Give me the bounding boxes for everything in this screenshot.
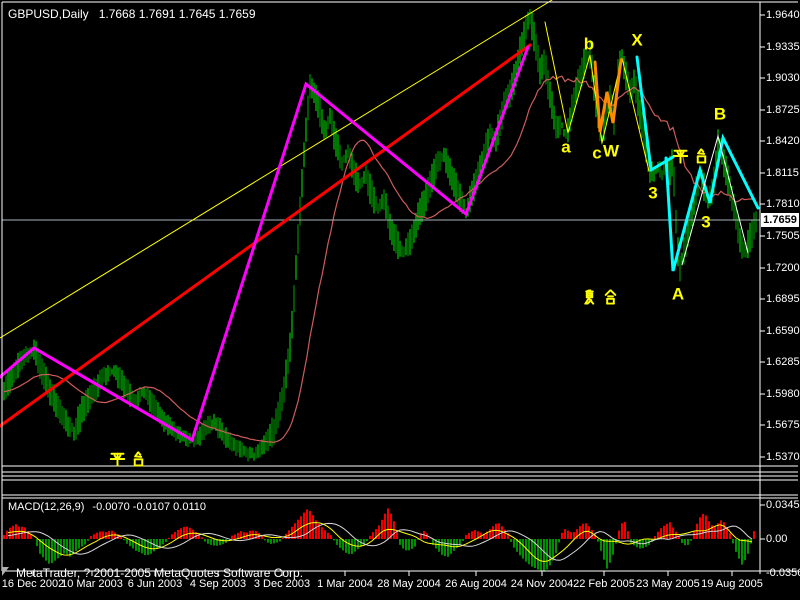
cyan-x-line[interactable] (635, 55, 653, 172)
cjk-glyph (673, 149, 688, 164)
annotation-text[interactable]: 3 (648, 185, 657, 202)
annotation-text-cjk[interactable] (582, 289, 618, 305)
annotation-text-cjk[interactable] (673, 148, 709, 164)
macd-scale-min: -0.0356 (766, 567, 800, 579)
price-label: 1.6285 (766, 356, 800, 368)
red-trendline[interactable] (0, 43, 532, 428)
macd-scale-zero: 0.00 (766, 533, 788, 545)
annotation-text-cjk[interactable] (110, 451, 146, 467)
annotation-text[interactable]: a (561, 139, 570, 156)
price-label: 1.8115 (766, 167, 799, 179)
chart-title: GBPUSD,Daily 1.7668 1.7691 1.7645 1.7659 (8, 7, 266, 21)
cjk-glyph (110, 452, 125, 467)
ohlc-values: 1.7668 1.7691 1.7645 1.7659 (98, 7, 256, 21)
indicator-name: MACD(12,26,9) (8, 501, 85, 513)
price-label: 1.6895 (766, 293, 800, 305)
metatrader-chart-window: GBPUSD,Daily 1.7668 1.7691 1.7645 1.7659 … (0, 0, 800, 600)
price-label: 1.6590 (766, 325, 800, 337)
date-label: 23 May 2005 (636, 578, 700, 590)
date-label: 28 May 2004 (377, 578, 441, 590)
cjk-glyph (584, 289, 595, 305)
price-label: 1.8420 (766, 135, 800, 147)
price-label: 1.7200 (766, 262, 800, 274)
cjk-glyph (696, 148, 707, 164)
annotation-text[interactable]: B (714, 106, 726, 123)
price-label: 1.7505 (766, 230, 800, 242)
annotation-text[interactable]: b (584, 36, 594, 53)
annotation-text[interactable]: X (631, 32, 642, 49)
orange-zigzag[interactable] (593, 58, 623, 133)
price-label: 1.8725 (766, 104, 800, 116)
annotation-text[interactable]: A (672, 286, 684, 303)
price-label: 1.5980 (766, 388, 800, 400)
price-label: 1.9335 (766, 41, 800, 53)
date-label: 26 Aug 2004 (445, 578, 507, 590)
price-label: 1.9030 (766, 72, 800, 84)
cursor-icon (2, 567, 9, 576)
annotation-text[interactable]: 3 (701, 214, 710, 231)
cjk-glyph (604, 289, 617, 305)
yellow-trendline[interactable] (0, 0, 553, 339)
annotation-text[interactable]: W (603, 143, 619, 160)
price-label: 1.5675 (766, 419, 800, 431)
annotation-text[interactable]: c (592, 145, 601, 162)
current-price-tag: 1.7659 (761, 213, 799, 227)
date-label: 22 Feb 2005 (573, 578, 635, 590)
price-label: 1.7810 (766, 198, 800, 210)
indicator-label: MACD(12,26,9) -0.0070 -0.0107 0.0110 (8, 501, 214, 513)
indicator-values: -0.0070 -0.0107 0.0110 (92, 501, 206, 513)
copyright-text: MetaTrader, ? 2001-2005 MetaQuotes Softw… (16, 566, 304, 580)
magenta-zigzag[interactable] (0, 45, 530, 443)
date-label: 19 Aug 2005 (701, 578, 763, 590)
macd-scale-max: 0.0345 (766, 499, 800, 511)
symbol-timeframe: GBPUSD,Daily (8, 7, 89, 21)
date-label: 1 Mar 2004 (317, 578, 373, 590)
date-label: 24 Nov 2004 (510, 578, 574, 590)
price-label: 1.9640 (766, 9, 800, 21)
cjk-glyph (133, 451, 144, 467)
price-label: 1.5370 (766, 451, 800, 463)
